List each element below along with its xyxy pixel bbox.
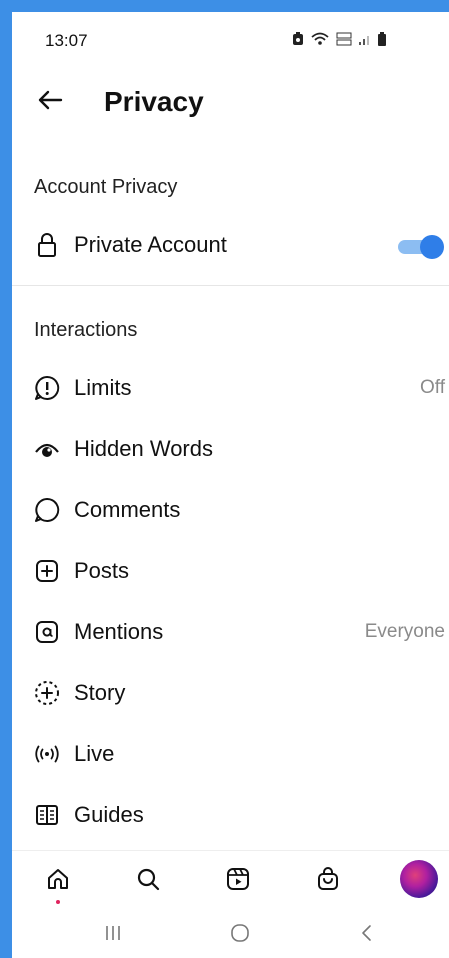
- status-bar: 13:07: [12, 12, 449, 68]
- nav-reels[interactable]: [218, 859, 258, 899]
- avatar: [400, 860, 438, 898]
- recent-apps-button[interactable]: [98, 920, 128, 946]
- menu-item-live[interactable]: Live: [12, 726, 449, 782]
- shop-icon: [318, 867, 338, 890]
- menu-item-label: Mentions: [74, 619, 164, 644]
- menu-item-label: Hidden Words: [74, 436, 213, 461]
- nav-search[interactable]: [128, 859, 168, 899]
- signal-icon: [359, 36, 369, 45]
- page-title: Privacy: [104, 86, 204, 117]
- private-account-toggle[interactable]: [398, 235, 444, 259]
- nav-home[interactable]: [38, 859, 78, 899]
- guides-icon: [34, 802, 60, 828]
- menu-item-story[interactable]: Story: [12, 665, 449, 721]
- limits-icon: [34, 375, 60, 401]
- notification-dot: [56, 900, 60, 904]
- menu-item-value: Everyone: [364, 621, 445, 642]
- nav-shop[interactable]: [308, 859, 348, 899]
- toggle-knob: [420, 235, 444, 259]
- battery-icon: [378, 32, 386, 46]
- menu-item-label: Live: [74, 741, 115, 766]
- menu-item-label: Limits: [74, 375, 132, 400]
- status-time: 13:07: [45, 31, 88, 50]
- comment-icon: [34, 497, 60, 523]
- status-icons: [292, 32, 386, 46]
- search-icon: [137, 868, 160, 891]
- menu-item-guides[interactable]: Guides: [12, 787, 449, 843]
- home-icon: [48, 869, 68, 889]
- plus-square-icon: [34, 558, 60, 584]
- hidden-words-icon: [34, 436, 60, 462]
- reels-icon: [227, 868, 249, 890]
- story-add-icon: [34, 680, 60, 706]
- home-circle-icon: [231, 924, 249, 942]
- section-title-interactions: Interactions: [34, 319, 138, 341]
- at-icon: [34, 619, 60, 645]
- back-button[interactable]: [30, 80, 70, 120]
- menu-item-value: Off: [420, 377, 445, 398]
- section-divider: [12, 285, 449, 286]
- wifi-icon: [311, 32, 329, 45]
- notification-icon: [293, 32, 303, 45]
- phone-screen: 13:07 Privacy Account Privacy Private Ac…: [12, 12, 449, 958]
- menu-item-mentions[interactable]: Mentions Everyone: [12, 604, 449, 660]
- menu-item-comments[interactable]: Comments: [12, 482, 449, 538]
- bottom-nav: [12, 850, 449, 907]
- lock-icon: [34, 232, 60, 258]
- menu-item-hidden-words[interactable]: Hidden Words: [12, 421, 449, 477]
- menu-item-label: Comments: [74, 497, 181, 522]
- menu-item-limits[interactable]: Limits Off: [12, 360, 449, 416]
- menu-item-label: Posts: [74, 558, 130, 583]
- arrow-left-icon: [38, 90, 63, 110]
- section-title-account-privacy: Account Privacy: [34, 176, 178, 198]
- private-account-label: Private Account: [74, 232, 227, 257]
- recent-apps-icon: [106, 926, 120, 940]
- private-account-row[interactable]: Private Account: [12, 217, 449, 273]
- menu-item-posts[interactable]: Posts: [12, 543, 449, 599]
- nav-profile[interactable]: [399, 859, 439, 899]
- header: Privacy: [12, 68, 449, 132]
- menu-item-label: Story: [74, 680, 126, 705]
- home-system-button[interactable]: [225, 920, 255, 946]
- chevron-left-icon: [362, 925, 371, 941]
- back-system-button[interactable]: [352, 920, 382, 946]
- menu-item-label: Guides: [74, 802, 144, 827]
- volte-icon: [336, 32, 352, 46]
- live-icon: [34, 741, 60, 767]
- system-nav: [12, 908, 449, 958]
